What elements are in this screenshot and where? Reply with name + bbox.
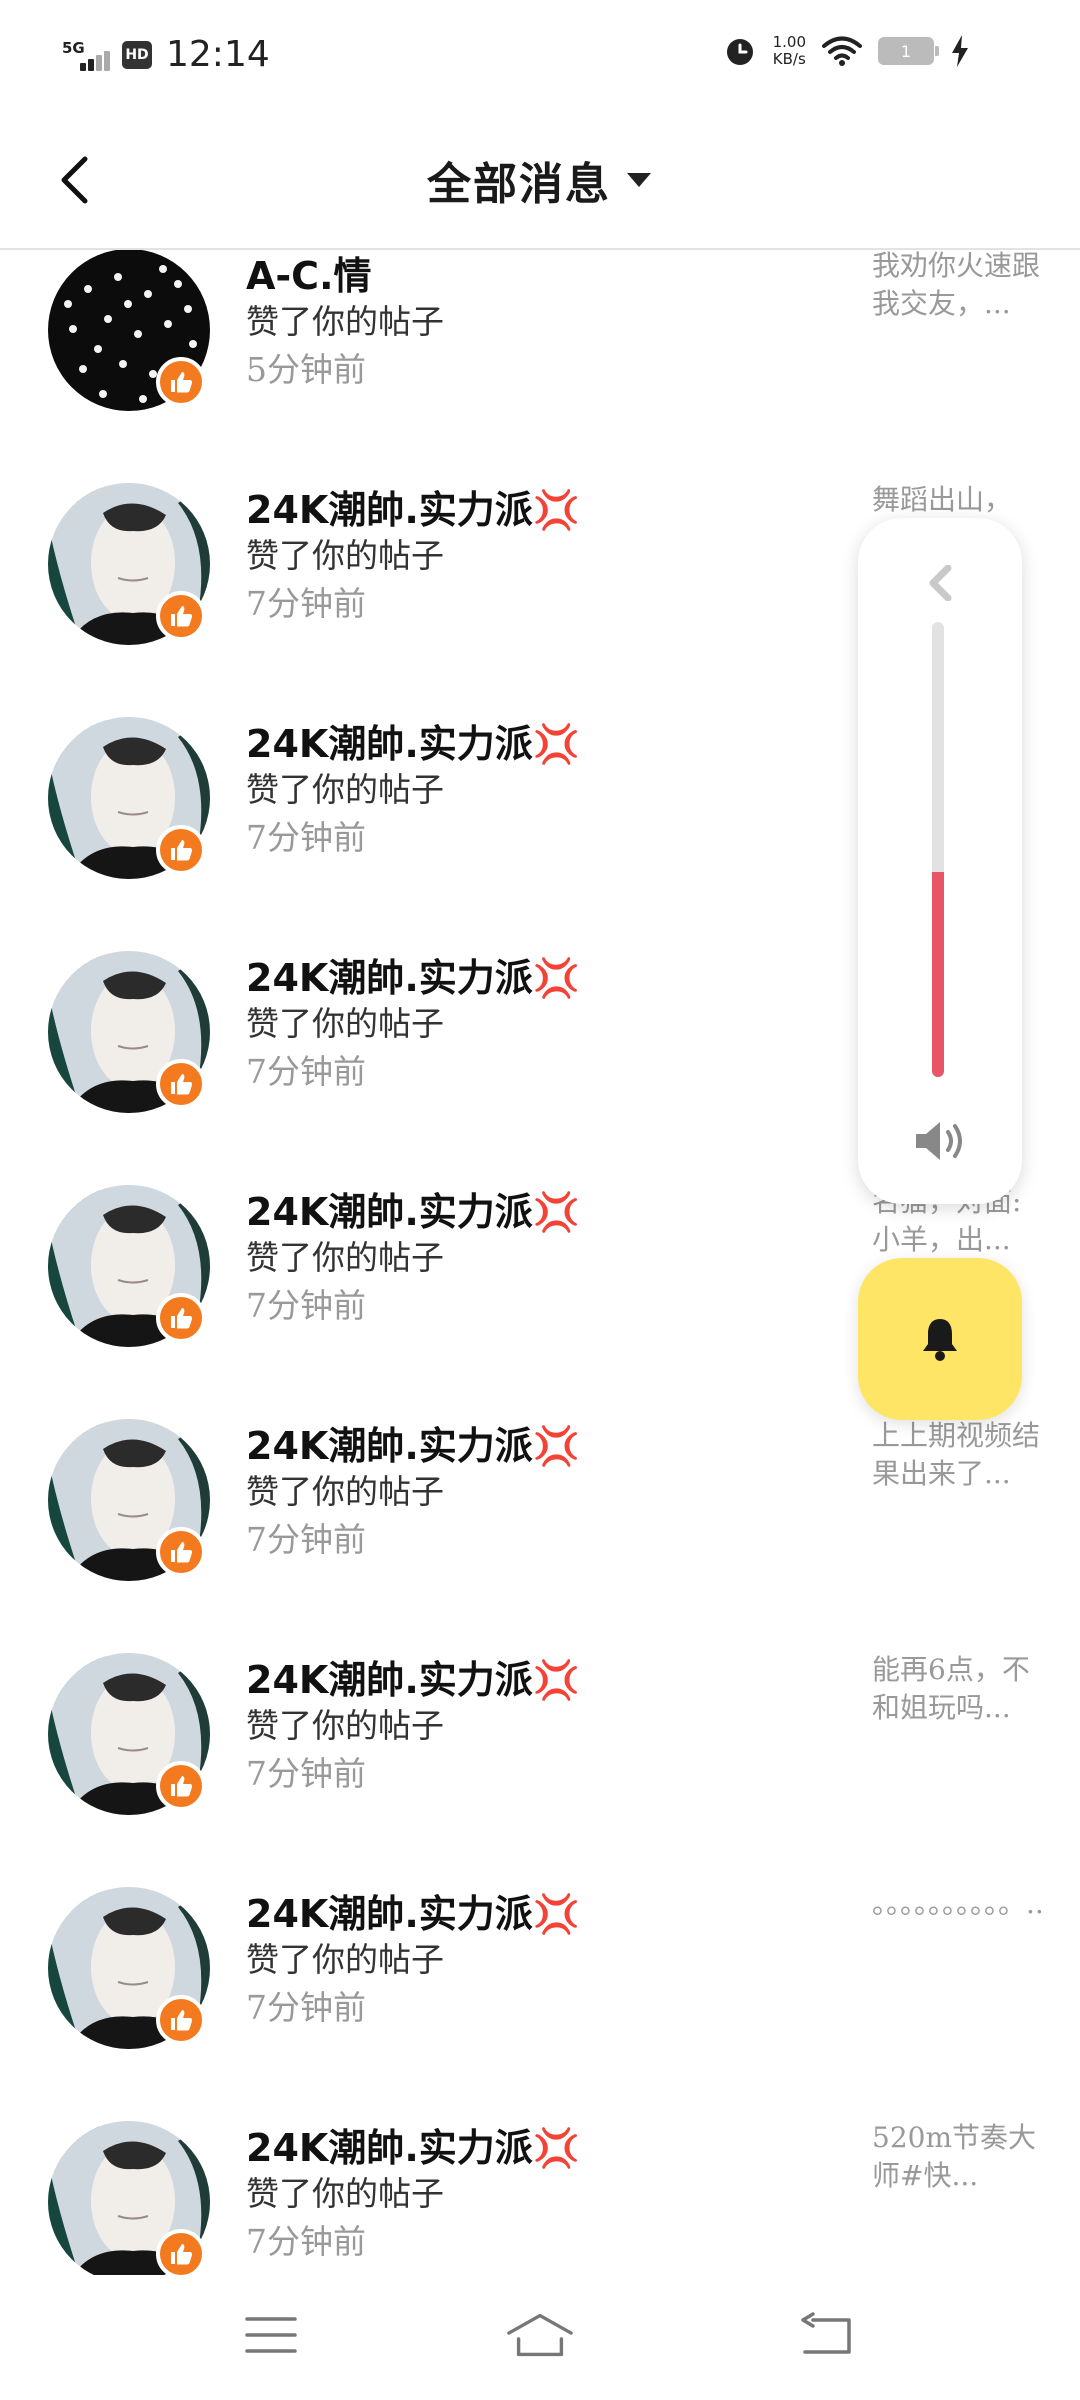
user-name[interactable]: 24K潮帥.实力派💢 (246, 1883, 580, 1938)
chevron-left-icon (929, 565, 952, 601)
like-badge (156, 2229, 206, 2275)
like-badge (156, 1761, 206, 1811)
status-time: 12:14 (166, 34, 270, 75)
user-name[interactable]: A-C.情 (246, 250, 372, 300)
speed-unit: KB/s (772, 50, 806, 68)
notification-action: 赞了你的帖子 (246, 1004, 444, 1043)
thumbs-up-icon (171, 2244, 193, 2265)
thumbs-up-icon (171, 606, 193, 627)
notification-time: 7分钟前 (246, 1520, 366, 1559)
notification-action: 赞了你的帖子 (246, 770, 444, 809)
notification-time: 7分钟前 (246, 1754, 366, 1793)
thumbs-up-icon (171, 2010, 193, 2031)
system-nav-bar (0, 2275, 1080, 2400)
notification-item[interactable]: A-C.情 赞了你的帖子 5分钟前 我劝你火速跟我交友，... (0, 250, 1080, 481)
notification-action: 赞了你的帖子 (246, 2174, 444, 2213)
user-name[interactable]: 24K潮帥.实力派💢 (246, 1649, 580, 1704)
volume-level (932, 872, 944, 1077)
status-bar: 5G HD 12:14 1.00 KB/s 1 (0, 0, 1080, 120)
cellular-signal-icon: 5G (62, 35, 110, 75)
hd-icon: HD (122, 40, 152, 69)
caret-down-icon (627, 173, 651, 187)
notification-time: 7分钟前 (246, 2222, 366, 2261)
volume-slider[interactable] (932, 622, 944, 1077)
thumbs-up-icon (171, 1776, 193, 1797)
like-badge (156, 1527, 206, 1577)
battery-indicator: 1 (878, 37, 939, 65)
speaker-icon[interactable] (910, 1116, 970, 1166)
network-type: 5G (62, 38, 85, 57)
thumbs-up-icon (171, 1308, 193, 1329)
post-preview[interactable]: 我劝你火速跟我交友，... (872, 250, 1042, 323)
home-icon (507, 2313, 573, 2357)
notification-bell-button[interactable] (858, 1258, 1022, 1420)
notification-time: 7分钟前 (246, 1052, 366, 1091)
user-name[interactable]: 24K潮帥.实力派💢 (246, 2117, 580, 2172)
wifi-icon (822, 36, 862, 66)
like-badge (156, 1293, 206, 1343)
user-name[interactable]: 24K潮帥.实力派💢 (246, 713, 580, 768)
notification-item[interactable]: 24K潮帥.实力派💢 赞了你的帖子 7分钟前 520m节奏大师#快... (0, 2119, 1080, 2275)
notification-time: 7分钟前 (246, 1286, 366, 1325)
thumbs-up-icon (171, 1074, 193, 1095)
post-preview[interactable]: 能再6点，不和姐玩吗... (872, 1651, 1042, 1727)
charging-icon (952, 35, 968, 67)
like-badge (156, 825, 206, 875)
notification-time: 5分钟前 (246, 350, 366, 389)
notification-action: 赞了你的帖子 (246, 536, 444, 575)
page-header: 全部消息 (0, 120, 1080, 250)
notification-item[interactable]: 24K潮帥.实力派💢 赞了你的帖子 7分钟前 。。。。。。。。。。.. (0, 1885, 1080, 2119)
notification-item[interactable]: 24K潮帥.实力派💢 赞了你的帖子 7分钟前 能再6点，不和姐玩吗... (0, 1651, 1080, 1885)
title-dropdown[interactable]: 全部消息 (0, 148, 1080, 212)
user-name[interactable]: 24K潮帥.实力派💢 (246, 1181, 580, 1236)
notification-action: 赞了你的帖子 (246, 1238, 444, 1277)
volume-panel[interactable] (858, 518, 1022, 1204)
thumbs-up-icon (171, 840, 193, 861)
menu-button[interactable] (236, 2305, 306, 2365)
notification-action: 赞了你的帖子 (246, 302, 444, 341)
thumbs-up-icon (171, 372, 193, 393)
like-badge (156, 591, 206, 641)
user-name[interactable]: 24K潮帥.实力派💢 (246, 479, 580, 534)
post-preview[interactable]: 520m节奏大师#快... (872, 2119, 1042, 2195)
notification-action: 赞了你的帖子 (246, 1940, 444, 1979)
notification-time: 7分钟前 (246, 1988, 366, 2027)
like-badge (156, 1995, 206, 2045)
notification-time: 7分钟前 (246, 584, 366, 623)
alarm-icon (726, 39, 753, 65)
post-preview[interactable]: 。。。。。。。。。。.. (872, 1885, 1044, 1923)
bell-icon (923, 1319, 957, 1361)
thumbs-up-icon (171, 1542, 193, 1563)
home-button[interactable] (505, 2305, 575, 2365)
notification-item[interactable]: 24K潮帥.实力派💢 赞了你的帖子 7分钟前 上上期视频结果出来了... (0, 1417, 1080, 1651)
network-speed: 1.00 KB/s (773, 34, 806, 68)
notification-time: 7分钟前 (246, 818, 366, 857)
user-name[interactable]: 24K潮帥.实力派💢 (246, 1415, 580, 1470)
notification-action: 赞了你的帖子 (246, 1472, 444, 1511)
return-icon (801, 2312, 851, 2354)
like-badge (156, 1059, 206, 1109)
post-preview[interactable]: 舞蹈出山， (872, 481, 1042, 519)
post-preview[interactable]: 上上期视频结果出来了... (872, 1417, 1042, 1493)
page-title: 全部消息 (427, 159, 611, 210)
speed-value: 1.00 (772, 33, 806, 51)
volume-collapse-button[interactable] (913, 556, 967, 610)
user-name[interactable]: 24K潮帥.实力派💢 (246, 947, 580, 1002)
return-button[interactable] (790, 2305, 860, 2365)
notification-action: 赞了你的帖子 (246, 1706, 444, 1745)
menu-icon (245, 2317, 297, 2353)
like-badge (156, 357, 206, 407)
